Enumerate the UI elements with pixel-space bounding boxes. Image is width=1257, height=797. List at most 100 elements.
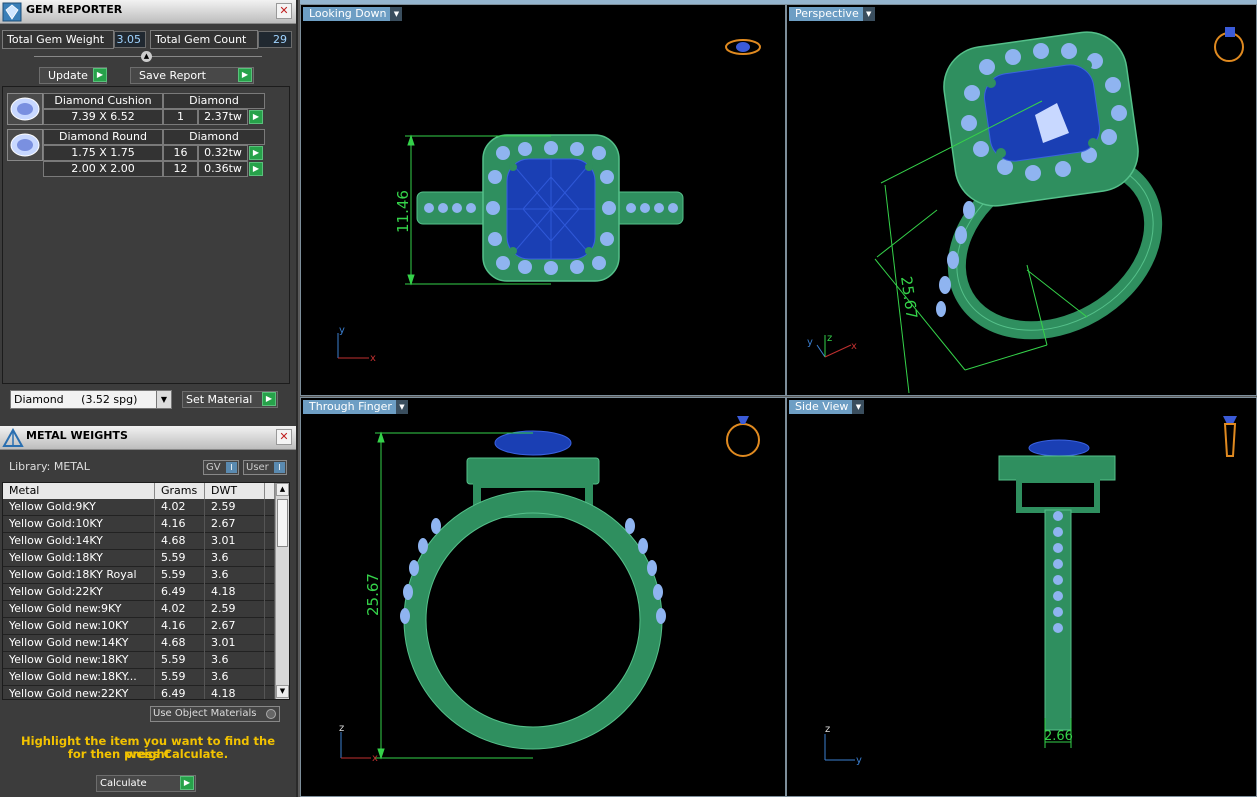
- table-row[interactable]: Yellow Gold new:22KY 6.49 4.18: [3, 686, 275, 699]
- total-gem-weight-label: Total Gem Weight: [2, 30, 114, 49]
- gem-size[interactable]: 1.75 X 1.75: [43, 145, 163, 161]
- chevron-down-icon[interactable]: ▼: [156, 391, 171, 408]
- cell-grams: 4.02: [155, 499, 205, 516]
- scale-icon: [2, 427, 24, 448]
- viewport-label[interactable]: Side View ▼: [789, 400, 865, 414]
- update-label: Update: [48, 69, 88, 82]
- total-gem-count-label: Total Gem Count: [150, 30, 258, 49]
- gem-reporter-titlebar: GEM REPORTER ✕: [0, 0, 296, 24]
- gem-count[interactable]: 1: [163, 109, 198, 125]
- gem-size[interactable]: 2.00 X 2.00: [43, 161, 163, 177]
- gem-material[interactable]: Diamond: [163, 129, 265, 145]
- round-gem-thumbnail[interactable]: [7, 129, 43, 161]
- viewport-label[interactable]: Perspective ▼: [789, 7, 875, 21]
- column-header-metal[interactable]: Metal: [3, 483, 155, 499]
- table-row[interactable]: Yellow Gold new:10KY 4.16 2.67: [3, 618, 275, 635]
- gem-weight[interactable]: 2.37tw: [198, 109, 248, 125]
- ring-thumbnail-icon: [725, 39, 761, 55]
- viewport-perspective[interactable]: 25.67 y z x Perspective ▼: [786, 4, 1257, 396]
- cell-spacer: [265, 601, 275, 618]
- cell-dwt: 3.01: [205, 533, 265, 550]
- gem-count[interactable]: 16: [163, 145, 198, 161]
- material-select-value: Diamond (3.52 spg): [14, 393, 138, 406]
- set-material-go-icon[interactable]: ▶: [262, 392, 276, 406]
- viewport-side-view[interactable]: 2.66 z y Side View ▼: [786, 397, 1257, 797]
- cell-metal: Yellow Gold new:18KY...: [3, 669, 155, 686]
- gem-name[interactable]: Diamond Round: [43, 129, 163, 145]
- gem-weight[interactable]: 0.32tw: [198, 145, 248, 161]
- calculate-go-icon[interactable]: ▶: [180, 776, 194, 790]
- save-report-go-icon[interactable]: ▶: [238, 68, 252, 82]
- cell-dwt: 3.6: [205, 669, 265, 686]
- ring-thumbnail-icon: [1223, 416, 1237, 457]
- table-row[interactable]: Yellow Gold:10KY 4.16 2.67: [3, 516, 275, 533]
- table-row[interactable]: Yellow Gold new:18KY 5.59 3.6: [3, 652, 275, 669]
- table-row[interactable]: Yellow Gold:14KY 4.68 3.01: [3, 533, 275, 550]
- cell-dwt: 4.18: [205, 584, 265, 601]
- chevron-down-icon[interactable]: ▼: [395, 400, 408, 414]
- cell-metal: Yellow Gold:22KY: [3, 584, 155, 601]
- ring-perspective-view: 25.67 y z x: [807, 27, 1244, 394]
- viewport-label[interactable]: Looking Down ▼: [303, 7, 403, 21]
- cushion-gem-thumbnail[interactable]: [7, 93, 43, 125]
- table-row[interactable]: Yellow Gold:9KY 4.02 2.59: [3, 499, 275, 516]
- gem-material[interactable]: Diamond: [163, 93, 265, 109]
- radio-icon: [266, 709, 276, 719]
- gem-size[interactable]: 7.39 X 6.52: [43, 109, 163, 125]
- table-row[interactable]: Yellow Gold new:18KY... 5.59 3.6: [3, 669, 275, 686]
- cell-spacer: [265, 635, 275, 652]
- svg-text:z: z: [827, 333, 832, 344]
- column-header-grams[interactable]: Grams: [155, 483, 205, 499]
- collapse-up-icon[interactable]: ▲: [141, 51, 152, 62]
- scrollbar-thumb[interactable]: [277, 499, 288, 547]
- ring-front-view: 25.67 z x: [339, 416, 760, 764]
- scroll-down-icon[interactable]: ▼: [276, 685, 289, 698]
- update-go-icon[interactable]: ▶: [93, 68, 107, 82]
- table-row[interactable]: Yellow Gold new:9KY 4.02 2.59: [3, 601, 275, 618]
- viewport-label[interactable]: Through Finger ▼: [303, 400, 408, 414]
- chevron-down-icon[interactable]: ▼: [852, 400, 865, 414]
- cell-grams: 4.16: [155, 618, 205, 635]
- table-row[interactable]: Yellow Gold:18KY 5.59 3.6: [3, 550, 275, 567]
- total-gem-count-value: 29: [258, 31, 292, 48]
- cell-dwt: 3.6: [205, 550, 265, 567]
- use-object-materials-checkbox[interactable]: Use Object Materials: [150, 706, 280, 722]
- table-row[interactable]: Yellow Gold:22KY 6.49 4.18: [3, 584, 275, 601]
- viewport-through-finger[interactable]: 25.67 z x Through Finger ▼: [300, 397, 786, 797]
- cell-dwt: 3.01: [205, 635, 265, 652]
- close-icon[interactable]: ✕: [276, 3, 292, 19]
- chevron-down-icon[interactable]: ▼: [390, 7, 403, 21]
- gv-toggle[interactable]: GV I: [203, 460, 239, 475]
- scroll-up-icon[interactable]: ▲: [276, 483, 289, 496]
- cell-spacer: [265, 584, 275, 601]
- material-select[interactable]: Diamond (3.52 spg) ▼: [10, 390, 172, 409]
- column-header-dwt[interactable]: DWT: [205, 483, 265, 499]
- calculate-label: Calculate: [100, 778, 147, 789]
- cell-grams: 6.49: [155, 686, 205, 699]
- save-report-button[interactable]: Save Report: [130, 67, 254, 84]
- viewport-looking-down[interactable]: 11.46 y x Looking Down ▼: [300, 4, 786, 396]
- select-gem-go-icon[interactable]: ▶: [249, 110, 263, 124]
- ring-thumbnail-icon: [726, 416, 760, 457]
- gem-count[interactable]: 12: [163, 161, 198, 177]
- table-row[interactable]: Yellow Gold:18KY Royal 5.59 3.6: [3, 567, 275, 584]
- total-gem-weight-value: 3.05: [114, 31, 146, 48]
- select-gem-go-icon[interactable]: ▶: [249, 146, 263, 160]
- scrollbar[interactable]: ▲ ▼: [275, 483, 289, 699]
- gem-name[interactable]: Diamond Cushion: [43, 93, 163, 109]
- close-icon[interactable]: ✕: [276, 429, 292, 445]
- chevron-down-icon[interactable]: ▼: [862, 7, 875, 21]
- select-gem-go-icon[interactable]: ▶: [249, 162, 263, 176]
- cell-metal: Yellow Gold new:18KY: [3, 652, 155, 669]
- cell-metal: Yellow Gold:18KY: [3, 550, 155, 567]
- cell-grams: 4.02: [155, 601, 205, 618]
- cell-spacer: [265, 686, 275, 699]
- cell-dwt: 4.18: [205, 686, 265, 699]
- info-icon: I: [274, 462, 285, 473]
- cell-dwt: 2.67: [205, 516, 265, 533]
- gem-list: Diamond Cushion Diamond 7.39 X 6.52 1 2.…: [2, 86, 290, 384]
- save-report-label: Save Report: [139, 69, 206, 82]
- table-row[interactable]: Yellow Gold new:14KY 4.68 3.01: [3, 635, 275, 652]
- gem-weight[interactable]: 0.36tw: [198, 161, 248, 177]
- user-toggle[interactable]: User I: [243, 460, 287, 475]
